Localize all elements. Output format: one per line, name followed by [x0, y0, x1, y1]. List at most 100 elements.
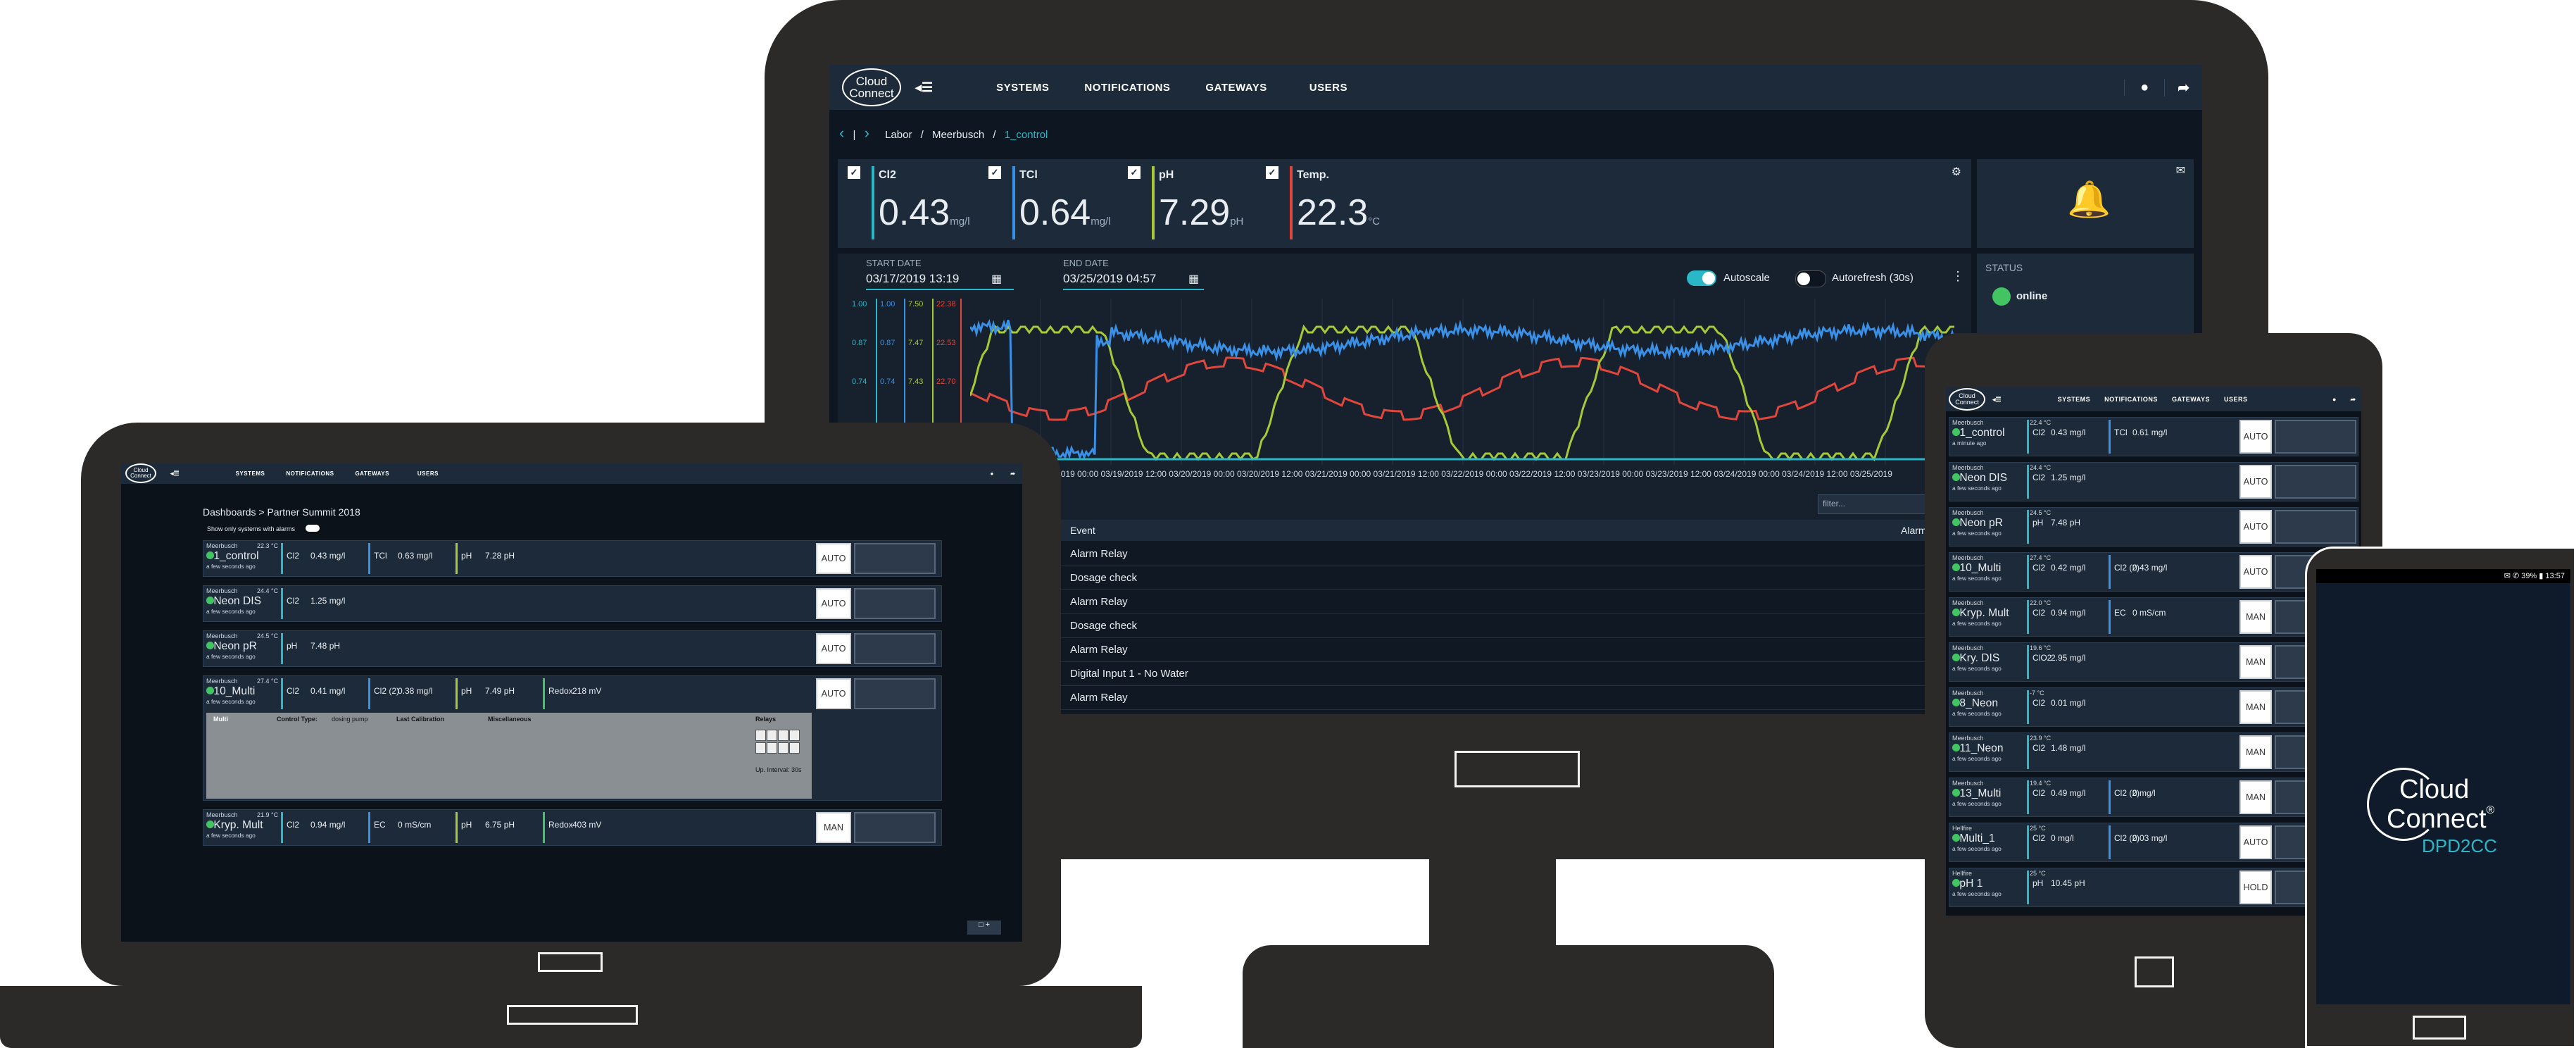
nav-users[interactable]: USERS — [2224, 396, 2248, 403]
system-row[interactable]: Meerbusch 22.4 °C 1_control a minute ago Cl2… — [1949, 417, 2358, 456]
mode-button[interactable]: MAN — [2239, 735, 2272, 769]
system-row[interactable]: Meerbusch 24.4 °C Neon DIS a few seconds ag… — [1949, 462, 2358, 501]
system-row[interactable]: Meerbusch 19.4 °C 13_Multi a few seconds ag… — [1949, 778, 2358, 817]
mail-icon[interactable]: ✉ — [2176, 163, 2185, 177]
nav-users[interactable]: USERS — [417, 470, 439, 477]
menu-toggle-icon[interactable]: ◂☰ — [170, 470, 180, 478]
alarm-filter-toggle[interactable] — [306, 525, 320, 532]
empty-slot[interactable] — [854, 588, 936, 619]
logout-icon[interactable]: ➦ — [2344, 396, 2361, 404]
empty-slot[interactable] — [854, 812, 936, 843]
system-row[interactable]: Meerbusch 22.0 °C Kryp. Mult a few seconds … — [1949, 597, 2358, 637]
bell-icon[interactable]: 🔔 — [2067, 179, 2111, 220]
mode-button[interactable]: AUTO — [2239, 420, 2272, 454]
mode-button[interactable]: MAN — [2239, 780, 2272, 814]
series-checkbox[interactable]: ✓ — [1128, 166, 1141, 179]
system-row[interactable]: Meerbusch -7 °C 8_Neon a few seconds ago Cl2… — [1949, 687, 2358, 727]
system-row[interactable]: Meerbusch 19.6 °C Kry. DIS a few seconds ag… — [1949, 642, 2358, 682]
menu-toggle-icon[interactable]: ◂☰ — [1992, 396, 2002, 404]
mode-button[interactable]: MAN — [2239, 690, 2272, 724]
tablet-system-list: Meerbusch 22.4 °C 1_control a minute ago Cl2… — [1949, 417, 2358, 916]
more-options-icon[interactable]: ⋮ — [1952, 269, 1964, 284]
phone-home-button[interactable] — [2413, 1016, 2466, 1040]
logout-icon[interactable]: ➦ — [2164, 78, 2202, 96]
system-row[interactable]: Hellfire 25 °C pH 1a few seconds ago pH 10.4… — [1949, 868, 2358, 907]
system-row[interactable]: Meerbusch 23.9 °C 11_Neon a few seconds ago… — [1949, 732, 2358, 772]
laptop-corner-buttons[interactable]: □ + — [967, 921, 1001, 935]
site-label: Meerbusch — [206, 542, 238, 549]
mode-button[interactable]: AUTO — [816, 543, 851, 574]
nav-gateways[interactable]: GATEWAYS — [2172, 396, 2210, 403]
ph-series — [970, 324, 1954, 462]
calendar-icon[interactable]: ▦ — [991, 272, 1002, 286]
mode-button[interactable]: AUTO — [816, 633, 851, 664]
filter-input[interactable]: filter... — [1818, 494, 1932, 514]
nav-users[interactable]: USERS — [1309, 82, 1347, 94]
nav-gateways[interactable]: GATEWAYS — [1205, 82, 1267, 94]
mode-button[interactable]: AUTO — [2239, 510, 2272, 544]
nav-systems[interactable]: SYSTEMS — [2058, 396, 2091, 403]
nav-notifications[interactable]: NOTIFICATIONS — [2104, 396, 2158, 403]
menu-toggle-icon[interactable]: ◂☰ — [915, 80, 933, 95]
user-icon[interactable]: ● — [2324, 396, 2344, 403]
series-checkbox[interactable]: ✓ — [848, 166, 860, 179]
chart-settings-icon[interactable]: ⚙ — [1952, 165, 1961, 179]
nav-systems[interactable]: SYSTEMS — [236, 470, 265, 477]
empty-slot[interactable] — [2275, 465, 2356, 499]
calendar-icon[interactable]: ▦ — [1188, 272, 1199, 286]
system-row[interactable]: Hellfire 25 °C Multi_1 a few seconds ago Cl2… — [1949, 823, 2358, 862]
monitor-power-button[interactable] — [1455, 751, 1580, 787]
user-icon[interactable]: ● — [2124, 79, 2164, 96]
system-row[interactable]: Meerbusch 24.5 °C Neon pR a few seconds ago… — [203, 630, 942, 667]
series-checkbox[interactable]: ✓ — [1266, 166, 1278, 179]
measure-color-bar — [2027, 510, 2029, 544]
relay-indicator — [755, 730, 766, 741]
system-row[interactable]: Meerbusch 27.4 °C 10_Multi a few seconds ag… — [203, 675, 942, 801]
nav-notifications[interactable]: NOTIFICATIONS — [286, 470, 334, 477]
empty-slot[interactable] — [854, 678, 936, 709]
autoscale-toggle[interactable] — [1687, 270, 1716, 286]
measure-color-bar — [2027, 420, 2029, 454]
logout-icon[interactable]: ➦ — [1003, 470, 1022, 477]
mode-button[interactable]: AUTO — [2239, 465, 2272, 499]
measure-label: pH — [461, 820, 472, 830]
mode-button[interactable]: HOLD — [2239, 871, 2272, 904]
detail-heading: Control Type: — [277, 716, 318, 723]
laptop-trackpad[interactable] — [507, 1005, 638, 1025]
empty-slot[interactable] — [2275, 510, 2356, 544]
mode-button[interactable]: MAN — [2239, 600, 2272, 634]
system-row[interactable]: Meerbusch 27.4 °C 10_Multi a few seconds ag… — [1949, 552, 2358, 592]
system-row[interactable]: Meerbusch 22.3 °C 1_control a few seconds a… — [203, 540, 942, 577]
empty-slot[interactable] — [854, 543, 936, 574]
user-icon[interactable]: ● — [980, 470, 1003, 477]
crumb-labor[interactable]: Labor — [885, 129, 912, 141]
nav-notifications[interactable]: NOTIFICATIONS — [1084, 82, 1170, 94]
brand-logo: Cloud Connect — [842, 68, 901, 106]
empty-slot[interactable] — [854, 633, 936, 664]
forward-icon[interactable]: › — [865, 124, 869, 142]
mode-button[interactable]: AUTO — [816, 588, 851, 619]
crumb-meerbusch[interactable]: Meerbusch — [932, 129, 984, 141]
system-name: 11_Neon — [1959, 742, 2004, 754]
system-row[interactable]: Meerbusch 24.5 °C Neon pR a few seconds ago… — [1949, 507, 2358, 547]
mode-button[interactable]: AUTO — [2239, 555, 2272, 589]
tablet-home-button[interactable] — [2135, 956, 2174, 987]
mode-button[interactable]: AUTO — [816, 678, 851, 709]
system-row[interactable]: Meerbusch 21.9 °C Kryp. Mult a few seconds … — [203, 809, 942, 846]
system-name: 1_control — [213, 549, 259, 562]
autorefresh-toggle[interactable] — [1795, 270, 1826, 287]
back-icon[interactable]: ‹ — [839, 124, 844, 142]
end-date-field[interactable]: 03/25/2019 04:57 — [1063, 272, 1204, 290]
nav-gateways[interactable]: GATEWAYS — [355, 470, 389, 477]
measure-label: Cl2 — [2032, 788, 2046, 799]
nav-systems[interactable]: SYSTEMS — [996, 82, 1049, 94]
mode-button[interactable]: MAN — [2239, 645, 2272, 679]
mode-button[interactable]: MAN — [816, 812, 851, 843]
mode-button[interactable]: AUTO — [2239, 825, 2272, 859]
measure-label: Cl2 — [2032, 743, 2046, 754]
series-checkbox[interactable]: ✓ — [988, 166, 1001, 179]
system-row[interactable]: Meerbusch 24.4 °C Neon DIS a few seconds ag… — [203, 585, 942, 622]
measure-label: Redox — [548, 686, 573, 697]
empty-slot[interactable] — [2275, 420, 2356, 454]
measure-value: 0.38 mg/l — [398, 686, 433, 697]
